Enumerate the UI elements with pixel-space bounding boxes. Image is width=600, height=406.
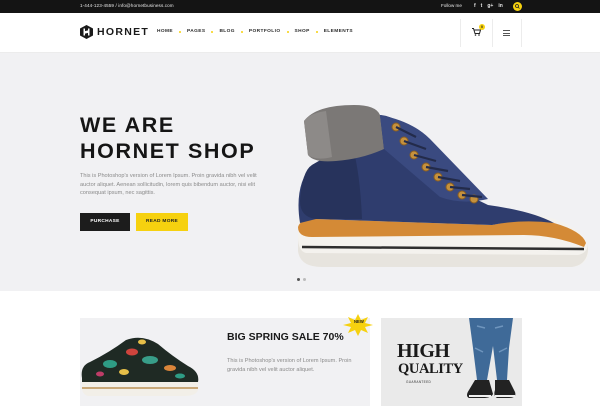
hamburger-menu-icon[interactable] <box>503 30 510 38</box>
new-badge-label: NEW <box>354 319 364 324</box>
facebook-icon[interactable]: f <box>474 2 476 10</box>
google-plus-icon[interactable]: g+ <box>487 2 493 10</box>
hero-title-line2: HORNET SHOP <box>80 139 256 163</box>
nav-separator <box>211 30 214 33</box>
nav-item-portfolio[interactable]: PORTFOLIO <box>249 29 281 34</box>
read-more-button[interactable]: READ MORE <box>136 213 188 231</box>
hero-boot-image <box>297 105 589 267</box>
slider-dot-1[interactable] <box>297 278 300 281</box>
quality-text: QUALITY <box>398 361 463 377</box>
new-badge-icon <box>343 314 373 336</box>
twitter-icon[interactable]: t <box>481 2 483 10</box>
purchase-button[interactable]: PURCHASE <box>80 213 130 231</box>
main-nav: HOME PAGES BLOG PORTFOLIO SHOP ELEMENTS <box>157 29 353 34</box>
nav-separator <box>286 30 289 33</box>
main-header: HORNET HOME PAGES BLOG PORTFOLIO SHOP EL… <box>0 13 600 53</box>
floral-sneaker-image <box>81 337 199 396</box>
spring-sale-title: BIG SPRING SALE 70% <box>227 331 344 343</box>
hero-description: This is Photoshop's version of Lorem Ips… <box>80 173 257 197</box>
spring-sale-card[interactable]: BIG SPRING SALE 70% This is Photoshop's … <box>80 318 370 406</box>
nav-item-elements[interactable]: ELEMENTS <box>324 29 353 34</box>
slider-dot-2[interactable] <box>303 278 306 281</box>
cart-count-badge: 0 <box>479 24 485 30</box>
header-divider <box>492 19 493 47</box>
social-links: f t g+ in <box>474 2 503 10</box>
nav-separator <box>315 30 318 33</box>
nav-item-shop[interactable]: SHOP <box>295 29 310 34</box>
search-button[interactable] <box>513 2 522 11</box>
guaranteed-text: GUARANTEED <box>406 380 432 384</box>
hornet-logo-icon[interactable] <box>80 25 93 39</box>
spring-sale-text: This is Photoshop's version of Lorem Ips… <box>227 358 352 373</box>
nav-item-pages[interactable]: PAGES <box>187 29 205 34</box>
contact-info: 1-444-123-4559 / info@hornetbusiness.com <box>80 3 174 8</box>
linkedin-icon[interactable]: in <box>498 2 502 10</box>
high-text: HIGH <box>397 340 450 362</box>
jeans-legs-image <box>467 318 516 398</box>
header-divider <box>521 19 522 47</box>
slider-pagination <box>297 278 306 281</box>
header-divider <box>460 19 461 47</box>
top-bar: 1-444-123-4559 / info@hornetbusiness.com… <box>0 0 600 13</box>
search-icon <box>515 4 520 9</box>
logo-text[interactable]: HORNET <box>97 26 149 38</box>
hero-title-line1: WE ARE <box>80 113 175 137</box>
high-quality-card[interactable]: HIGH QUALITY GUARANTEED <box>381 318 522 406</box>
follow-label: Follow me <box>441 3 462 8</box>
nav-separator <box>240 30 243 33</box>
nav-item-home[interactable]: HOME <box>157 29 173 34</box>
hero-slider: WE ARE HORNET SHOP This is Photoshop's v… <box>0 53 600 291</box>
nav-separator <box>179 30 181 33</box>
nav-item-blog[interactable]: BLOG <box>219 29 234 34</box>
hero-title: WE ARE HORNET SHOP <box>80 112 255 164</box>
